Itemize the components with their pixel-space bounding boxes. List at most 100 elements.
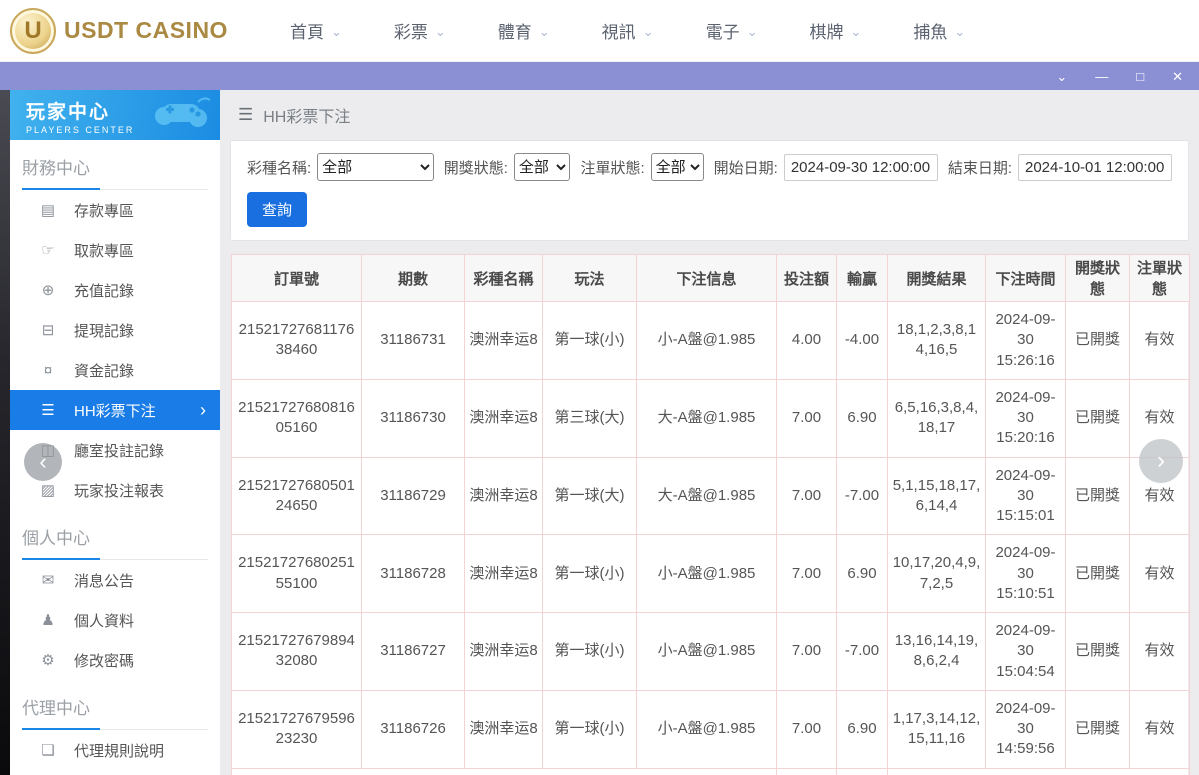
chevron-down-icon: ⌄	[954, 23, 966, 39]
table-cell: 2024-09-30 15:15:01	[985, 456, 1066, 536]
sidebar-item-agent-rules[interactable]: ❏ 代理規則說明	[10, 730, 220, 770]
table-row: 2152172768081605160 31186730 澳洲幸运8 第三球(大) 大-…	[231, 378, 1190, 458]
table-cell: 7.00	[776, 456, 837, 536]
table-cell: 第三球(大)	[542, 378, 637, 458]
sidebar-item-withdraw[interactable]: ☞ 取款專區	[10, 230, 220, 270]
close-icon[interactable]: ✕	[1172, 70, 1183, 83]
nav-item-4[interactable]: 電子 ⌄	[706, 18, 758, 43]
sidebar-item-change-password[interactable]: ⚙ 修改密碼	[10, 640, 220, 680]
table-cell: 5,1,15,18,17,6,14,4	[887, 456, 986, 536]
table-cell: 有效	[1129, 301, 1190, 380]
table-cell: 已開獎	[1065, 689, 1130, 769]
column-header: 下注信息	[636, 254, 777, 302]
table-cell: 4.00	[776, 301, 837, 380]
column-header: 開獎狀態	[1065, 254, 1130, 302]
table-cell: 有效	[1129, 689, 1190, 769]
table-cell: 7.00	[776, 534, 837, 613]
table-cell: 2024-09-30 14:59:56	[985, 689, 1066, 769]
start-date-input[interactable]	[783, 153, 938, 181]
table-row: 2152172767959623230 31186726 澳洲幸运8 第一球(小) 小-…	[231, 689, 1190, 769]
table-cell: 6.90	[836, 534, 888, 613]
sidebar-item-lottery-bets[interactable]: ☰ HH彩票下注 ›	[10, 390, 220, 430]
chevron-down-icon: ⌄	[538, 23, 550, 39]
chevron-down-icon: ⌄	[850, 23, 862, 39]
start-date-label: 開始日期:	[713, 159, 778, 177]
nav-item-2[interactable]: 體育 ⌄	[498, 18, 550, 43]
sidebar-item-deposit[interactable]: ▤ 存款專區	[10, 190, 220, 230]
table-cell: 第一球(大)	[542, 456, 637, 536]
table-cell: 31186730	[361, 378, 465, 458]
menu-toggle-icon[interactable]: ☰	[238, 105, 253, 125]
chevron-down-icon: ⌄	[642, 23, 654, 39]
nav-item-5[interactable]: 棋牌 ⌄	[809, 18, 861, 43]
table-cell: 6,5,16,3,8,4,18,17	[887, 378, 986, 458]
main-content: ☰ HH彩票下注 彩種名稱: 全部 開獎狀態: 全部 注單狀態: 全部 開始日期…	[220, 90, 1199, 775]
table-cell: 2152172768117638460	[231, 301, 362, 380]
table-cell: 13,16,14,19,8,6,2,4	[887, 612, 986, 691]
table-cell: 7.00	[776, 689, 837, 769]
table-cell: 31186728	[361, 534, 465, 613]
table-cell: 31186727	[361, 612, 465, 691]
table-cell: 6.90	[836, 689, 888, 769]
lottery-name-label: 彩種名稱:	[247, 159, 312, 177]
nav-item-0[interactable]: 首頁 ⌄	[290, 18, 342, 43]
sidebar-item-recharge-record[interactable]: ⊕ 充值記錄	[10, 270, 220, 310]
collapse-sidebar-button[interactable]: ‹	[24, 443, 62, 481]
summary-row: 當前頁統計 39.00 2.70	[231, 767, 1190, 775]
logo[interactable]: U USDT CASINO	[10, 7, 228, 54]
nav-item-1[interactable]: 彩票 ⌄	[394, 18, 446, 43]
column-header: 注單狀態	[1129, 254, 1190, 302]
table-row: 2152172767989432080 31186727 澳洲幸运8 第一球(小) 小-…	[231, 612, 1190, 691]
summary-label: 當前頁統計	[231, 767, 777, 775]
table-cell: 2024-09-30 15:04:54	[985, 612, 1066, 691]
bets-table-card: 訂單號 期數 彩種名稱 玩法 下注信息 投注額 輸贏 開獎結果 下注時間 開獎狀態 注單狀態 2152…	[230, 253, 1190, 775]
table-cell: 2024-09-30 15:26:16	[985, 301, 1066, 380]
minimize-icon[interactable]: —	[1095, 70, 1108, 83]
top-navigation: U USDT CASINO 首頁 ⌄ 彩票 ⌄ 體育 ⌄ 視訊 ⌄ 電子 ⌄ 棋…	[0, 0, 1199, 62]
end-date-input[interactable]	[1018, 153, 1172, 181]
bet-report-icon: ▨	[40, 482, 56, 499]
table-cell: 2024-09-30 15:20:16	[985, 378, 1066, 458]
draw-status-select[interactable]: 全部	[513, 153, 571, 181]
table-cell: -7.00	[836, 612, 888, 691]
table-cell: 小-A盤@1.985	[636, 301, 777, 380]
table-row: 2152172768025155100 31186728 澳洲幸运8 第一球(小) 小-…	[231, 534, 1190, 613]
next-arrow-button[interactable]: ›	[1139, 439, 1183, 483]
table-cell: 7.00	[776, 612, 837, 691]
nav-item-3[interactable]: 視訊 ⌄	[602, 18, 654, 43]
summary-empty	[887, 767, 1190, 775]
table-cell: 第一球(小)	[542, 689, 637, 769]
sidebar-item-announcements[interactable]: ✉ 消息公告	[10, 560, 220, 600]
table-cell: 10,17,20,4,9,7,2,5	[887, 534, 986, 613]
table-cell: 已開獎	[1065, 534, 1130, 613]
sidebar-item-funds-record[interactable]: ¤ 資金記錄	[10, 350, 220, 390]
table-cell: 18,1,2,3,8,14,16,5	[887, 301, 986, 380]
collapse-window-icon[interactable]: ⌄	[1056, 70, 1067, 83]
maximize-icon[interactable]: □	[1136, 70, 1144, 83]
announcements-icon: ✉	[41, 572, 55, 589]
sidebar-item-profile[interactable]: ♟ 個人資料	[10, 600, 220, 640]
gamepad-icon	[155, 97, 211, 127]
section-title: 財務中心	[22, 154, 208, 190]
query-button[interactable]: 查詢	[247, 192, 308, 227]
table-cell: 2024-09-30 15:10:51	[985, 534, 1066, 613]
nav-item-6[interactable]: 捕魚 ⌄	[913, 18, 965, 43]
column-header: 訂單號	[231, 254, 362, 302]
agent-rules-icon: ❏	[41, 742, 55, 759]
table-cell: 已開獎	[1065, 301, 1130, 380]
lottery-select[interactable]: 全部	[317, 153, 434, 181]
table-cell: 第一球(小)	[542, 612, 637, 691]
column-header: 玩法	[542, 254, 637, 302]
sidebar-item-withdrawal-record[interactable]: ⊟ 提現記錄	[10, 310, 220, 350]
chevron-down-icon: ⌄	[746, 23, 758, 39]
recharge-record-icon: ⊕	[41, 282, 55, 299]
column-header: 投注額	[776, 254, 837, 302]
table-cell: -4.00	[836, 301, 888, 380]
breadcrumb: ☰ HH彩票下注	[230, 90, 1189, 140]
sidebar: 玩家中心 PLAYERS CENTER 財務中心 ▤ 存款專區 ☞ 取款專區 ⊕…	[10, 90, 220, 775]
table-cell: 已開獎	[1065, 612, 1130, 691]
column-header: 下注時間	[985, 254, 1066, 302]
end-date-label: 結束日期:	[947, 159, 1012, 177]
table-cell: 2152172768025155100	[231, 534, 362, 613]
order-status-select[interactable]: 全部	[650, 153, 704, 181]
